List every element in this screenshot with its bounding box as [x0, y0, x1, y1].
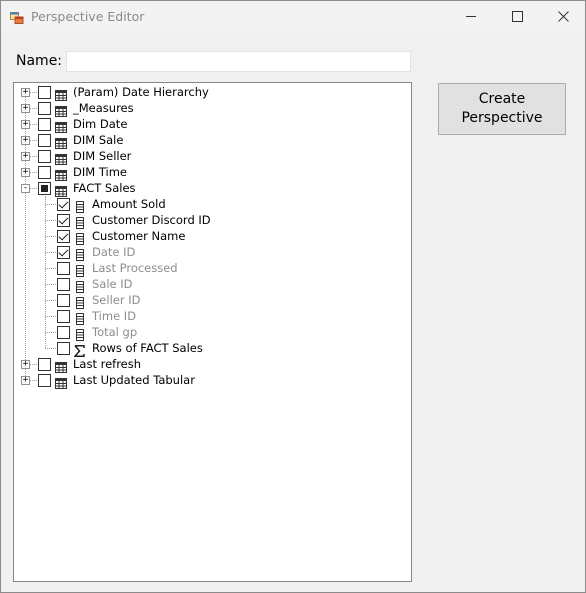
tree-child-item[interactable]: Time ID — [14, 308, 409, 325]
maximize-icon — [511, 11, 523, 22]
tree-item[interactable]: - FACT Sales — [14, 180, 409, 197]
expand-toggle[interactable]: + — [21, 120, 30, 129]
tree-connector — [45, 236, 56, 237]
perspective-tree[interactable]: + (Param) Date Hierarchy + _Measures + Dim Da… — [13, 82, 412, 582]
tree-item-label: Dim Date — [73, 117, 128, 131]
tree-item-label: DIM Seller — [73, 149, 132, 163]
tree-child-checkbox[interactable] — [57, 278, 70, 291]
tree-child-item[interactable]: Last Processed — [14, 260, 409, 277]
tree-child-label: Seller ID — [92, 293, 141, 307]
tree-child-item[interactable]: Sale ID — [14, 276, 409, 293]
tree-child-label: Time ID — [92, 309, 137, 323]
tree-item-label: Last refresh — [73, 357, 142, 371]
tree-item[interactable]: + DIM Time — [14, 164, 409, 181]
tree-connector — [45, 268, 56, 269]
tree-child-label: Customer Discord ID — [92, 213, 211, 227]
tree-connector — [45, 316, 56, 317]
perspective-editor-window: Perspective Editor Name: Create Perspect… — [0, 0, 586, 593]
tree-item-checkbox[interactable] — [38, 166, 51, 179]
close-icon — [557, 11, 569, 22]
tree-child-checkbox[interactable] — [57, 198, 70, 211]
tree-item-label: (Param) Date Hierarchy — [73, 85, 209, 99]
window-title: Perspective Editor — [31, 9, 145, 24]
tree-item-checkbox[interactable] — [38, 150, 51, 163]
tree-item-checkbox[interactable] — [38, 182, 51, 195]
tree-item[interactable]: + Last refresh — [14, 356, 409, 373]
tree-connector — [45, 220, 56, 221]
create-perspective-button[interactable]: Create Perspective — [438, 83, 566, 135]
expand-toggle[interactable]: + — [21, 104, 30, 113]
tree-item[interactable]: + (Param) Date Hierarchy — [14, 84, 409, 101]
name-input[interactable] — [66, 51, 411, 72]
expand-toggle[interactable]: + — [21, 168, 30, 177]
tree-item-checkbox[interactable] — [38, 134, 51, 147]
create-perspective-button-label: Create Perspective — [461, 91, 543, 126]
tree-child-label: Sale ID — [92, 277, 133, 291]
minimize-icon — [465, 16, 476, 17]
tree-connector — [45, 348, 56, 349]
tree-item-checkbox[interactable] — [38, 102, 51, 115]
tree-item-label: FACT Sales — [73, 181, 136, 195]
tree-item-label: DIM Time — [73, 165, 127, 179]
tree-child-item[interactable]: Amount Sold — [14, 196, 409, 213]
tree-child-label: Amount Sold — [92, 197, 166, 211]
tree-child-checkbox[interactable] — [57, 230, 70, 243]
tree-connector — [45, 300, 56, 301]
tree-item[interactable]: + DIM Seller — [14, 148, 409, 165]
tree-child-item[interactable]: Customer Name — [14, 228, 409, 245]
expand-toggle[interactable]: + — [21, 360, 30, 369]
close-button[interactable] — [540, 1, 586, 32]
tree-child-checkbox[interactable] — [57, 246, 70, 259]
tree-child-checkbox[interactable] — [57, 342, 70, 355]
tree-child-label: Rows of FACT Sales — [92, 341, 203, 355]
tree-item-checkbox[interactable] — [38, 118, 51, 131]
minimize-button[interactable] — [448, 1, 494, 32]
tree-child-checkbox[interactable] — [57, 326, 70, 339]
tree-item[interactable]: + DIM Sale — [14, 132, 409, 149]
tree-child-item[interactable]: Date ID — [14, 244, 409, 261]
tree-child-label: Total gp — [92, 325, 138, 339]
tree-child-checkbox[interactable] — [57, 214, 70, 227]
title-bar[interactable]: Perspective Editor — [1, 1, 585, 32]
name-label: Name: — [16, 53, 63, 69]
tree-item-checkbox[interactable] — [38, 374, 51, 387]
tree-item-label: DIM Sale — [73, 133, 124, 147]
tree-item[interactable]: + Dim Date — [14, 116, 409, 133]
collapse-toggle[interactable]: - — [21, 184, 30, 193]
tree-connector — [45, 204, 56, 205]
expand-toggle[interactable]: + — [21, 152, 30, 161]
table-icon — [55, 374, 67, 393]
tree-item[interactable]: + Last Updated Tabular — [14, 372, 409, 389]
expand-toggle[interactable]: + — [21, 376, 30, 385]
tree-child-item[interactable]: Rows of FACT Sales — [14, 340, 409, 357]
expand-toggle[interactable]: + — [21, 88, 30, 97]
maximize-button[interactable] — [494, 1, 540, 32]
expand-toggle[interactable]: + — [21, 136, 30, 145]
tree-item-label: Last Updated Tabular — [73, 373, 195, 387]
tree-item-checkbox[interactable] — [38, 86, 51, 99]
tree-child-item[interactable]: Customer Discord ID — [14, 212, 409, 229]
tree-child-checkbox[interactable] — [57, 294, 70, 307]
tree-child-item[interactable]: Seller ID — [14, 292, 409, 309]
tree-child-checkbox[interactable] — [57, 262, 70, 275]
tree-child-label: Date ID — [92, 245, 136, 259]
tree-connector — [45, 252, 56, 253]
tree-connector — [45, 284, 56, 285]
tree-item[interactable]: + _Measures — [14, 100, 409, 117]
tree-child-item[interactable]: Total gp — [14, 324, 409, 341]
tree-child-label: Customer Name — [92, 229, 186, 243]
tree-child-label: Last Processed — [92, 261, 178, 275]
tree-child-checkbox[interactable] — [57, 310, 70, 323]
tree-connector — [45, 332, 56, 333]
tree-item-label: _Measures — [73, 101, 134, 115]
tree-item-checkbox[interactable] — [38, 358, 51, 371]
app-icon — [10, 9, 24, 24]
